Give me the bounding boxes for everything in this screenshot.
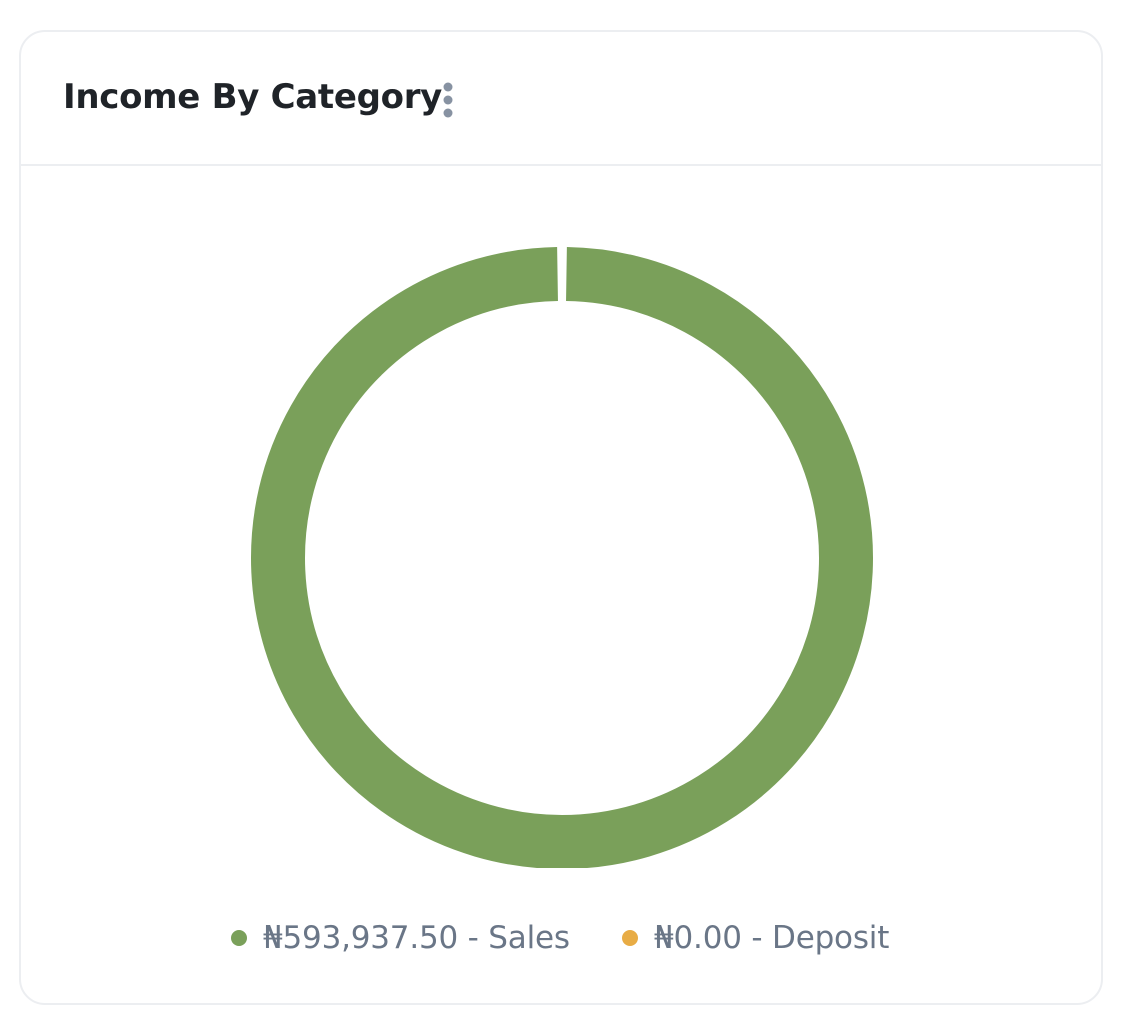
donut-slice-sales[interactable] (251, 247, 873, 868)
donut-chart-area (21, 168, 1101, 868)
kebab-vertical-icon (443, 82, 453, 118)
chart-legend: ₦593,937.50 - Sales ₦0.00 - Deposit (21, 916, 1101, 960)
legend-item-sales[interactable]: ₦593,937.50 - Sales (231, 916, 570, 960)
more-options-button[interactable] (433, 80, 463, 120)
card-header: Income By Category (21, 32, 1101, 166)
donut-chart (251, 247, 873, 868)
legend-dot-sales (231, 930, 247, 946)
legend-item-deposit[interactable]: ₦0.00 - Deposit (622, 916, 889, 960)
card-title: Income By Category (63, 77, 443, 117)
income-by-category-card: Income By Category ₦593,937.50 - Sales ₦… (19, 30, 1103, 1005)
legend-label-sales: ₦593,937.50 - Sales (263, 920, 570, 956)
legend-dot-deposit (622, 930, 638, 946)
legend-label-deposit: ₦0.00 - Deposit (654, 920, 890, 956)
